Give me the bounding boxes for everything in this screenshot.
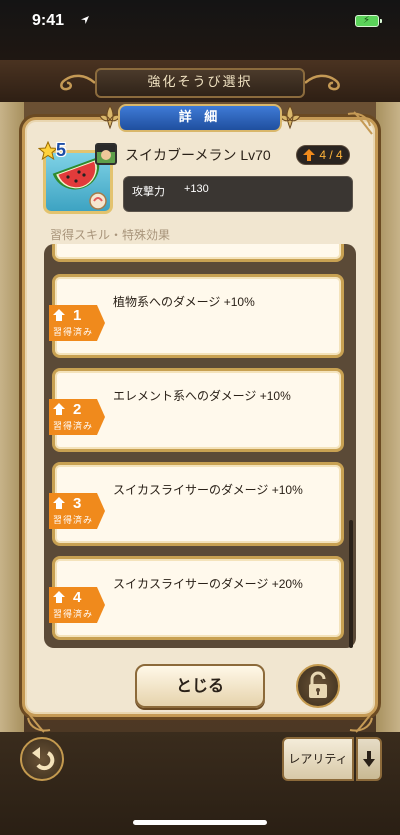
stat-label: 攻撃力 [132,185,165,198]
location-arrow-icon [81,16,89,24]
stat-box: 攻撃力 +130 [123,176,353,212]
header-ornament-right [305,74,340,91]
level-tag: 3 習得済み [49,493,105,529]
star-count: 5 [56,140,67,160]
close-button[interactable]: とじる [135,664,265,708]
level-tag: 2 習得済み [49,399,105,435]
home-indicator[interactable] [133,820,267,825]
skill-text: スイカスライサーのダメージ +20% [113,577,303,591]
bolt-icon: ⚡ [363,15,371,26]
skill-card-1: 1 習得済み 植物系へのダメージ +10% [49,274,344,358]
background-side-left [0,102,24,732]
character-icon [95,143,117,165]
lock-icon [309,671,327,698]
skill-text: エレメント系へのダメージ +10% [113,389,291,403]
level-status: 習得済み [53,328,94,338]
skill-card-3: 3 習得済み スイカスライサーのダメージ +10% [49,462,344,546]
rarity-stars: 5 [38,140,66,161]
rarity-sort-button[interactable]: レアリティ [282,737,354,781]
skill-text: 植物系へのダメージ +10% [113,295,255,309]
battery-charging-icon: ⚡ [355,15,382,27]
upgrade-count: 4 / 4 [319,148,343,162]
sort-direction-toggle[interactable] [356,737,382,781]
level-status: 習得済み [53,516,94,526]
level-status: 習得済み [53,422,94,432]
status-bar-background [0,0,400,60]
skill-text: スイカスライサーのダメージ +10% [113,483,303,497]
upgrade-arrow-icon [303,149,316,161]
skill-card-4: 4 習得済み スイカスライサーのダメージ +20% [49,556,344,640]
level-tag: 1 習得済み [49,305,105,341]
background-side-right [376,102,400,732]
skill-list[interactable]: 1 習得済み 植物系へのダメージ +10% 2 習得済み エレメント系へのダメー… [44,244,356,648]
detail-title: 詳 細 [118,104,282,132]
skills-section-label: 習得スキル・特殊効果 [50,228,171,242]
character-face-icon [97,145,115,160]
level-number: 2 [73,401,82,418]
scrollbar-thumb[interactable] [349,520,353,648]
lock-button[interactable] [296,664,340,708]
back-button[interactable] [20,737,64,781]
back-arrow-icon [32,747,55,771]
star-icon [38,140,58,160]
skill-card-partial [52,244,344,262]
corner-ornament-bottom-left [25,709,51,733]
level-number: 3 [73,495,82,512]
level-status: 習得済み [53,610,94,620]
corner-ornament-top-right [347,111,373,135]
stat-value: +130 [184,183,209,195]
level-tag: 4 習得済み [49,587,105,623]
item-name: スイカブーメラン Lv70 [125,147,271,163]
sort-down-icon [363,751,375,767]
corner-ornament-bottom-right [349,709,375,733]
page-title: 強化そうび選択 [95,68,305,98]
upgrade-badge: 4 / 4 [296,145,350,165]
skill-card-2: 2 習得済み エレメント系へのダメージ +10% [49,368,344,452]
status-time: 9:41 [32,12,65,29]
level-number: 4 [73,589,82,606]
level-number: 1 [73,307,82,324]
header-ornament-left [60,74,95,91]
